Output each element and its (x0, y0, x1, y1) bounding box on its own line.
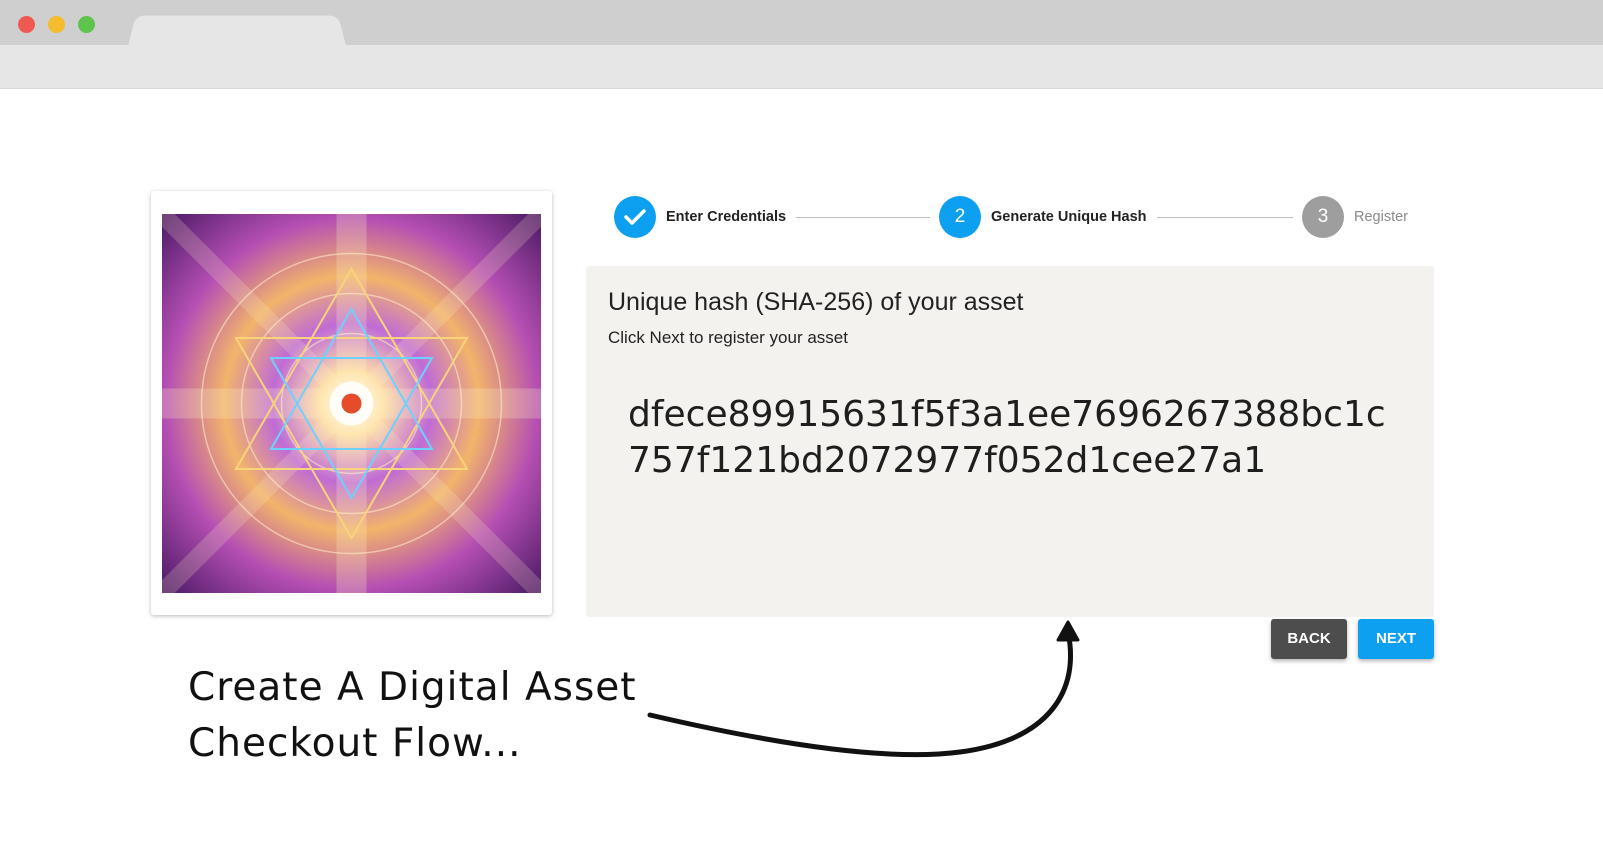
annotation-arrow-icon (647, 620, 1080, 758)
